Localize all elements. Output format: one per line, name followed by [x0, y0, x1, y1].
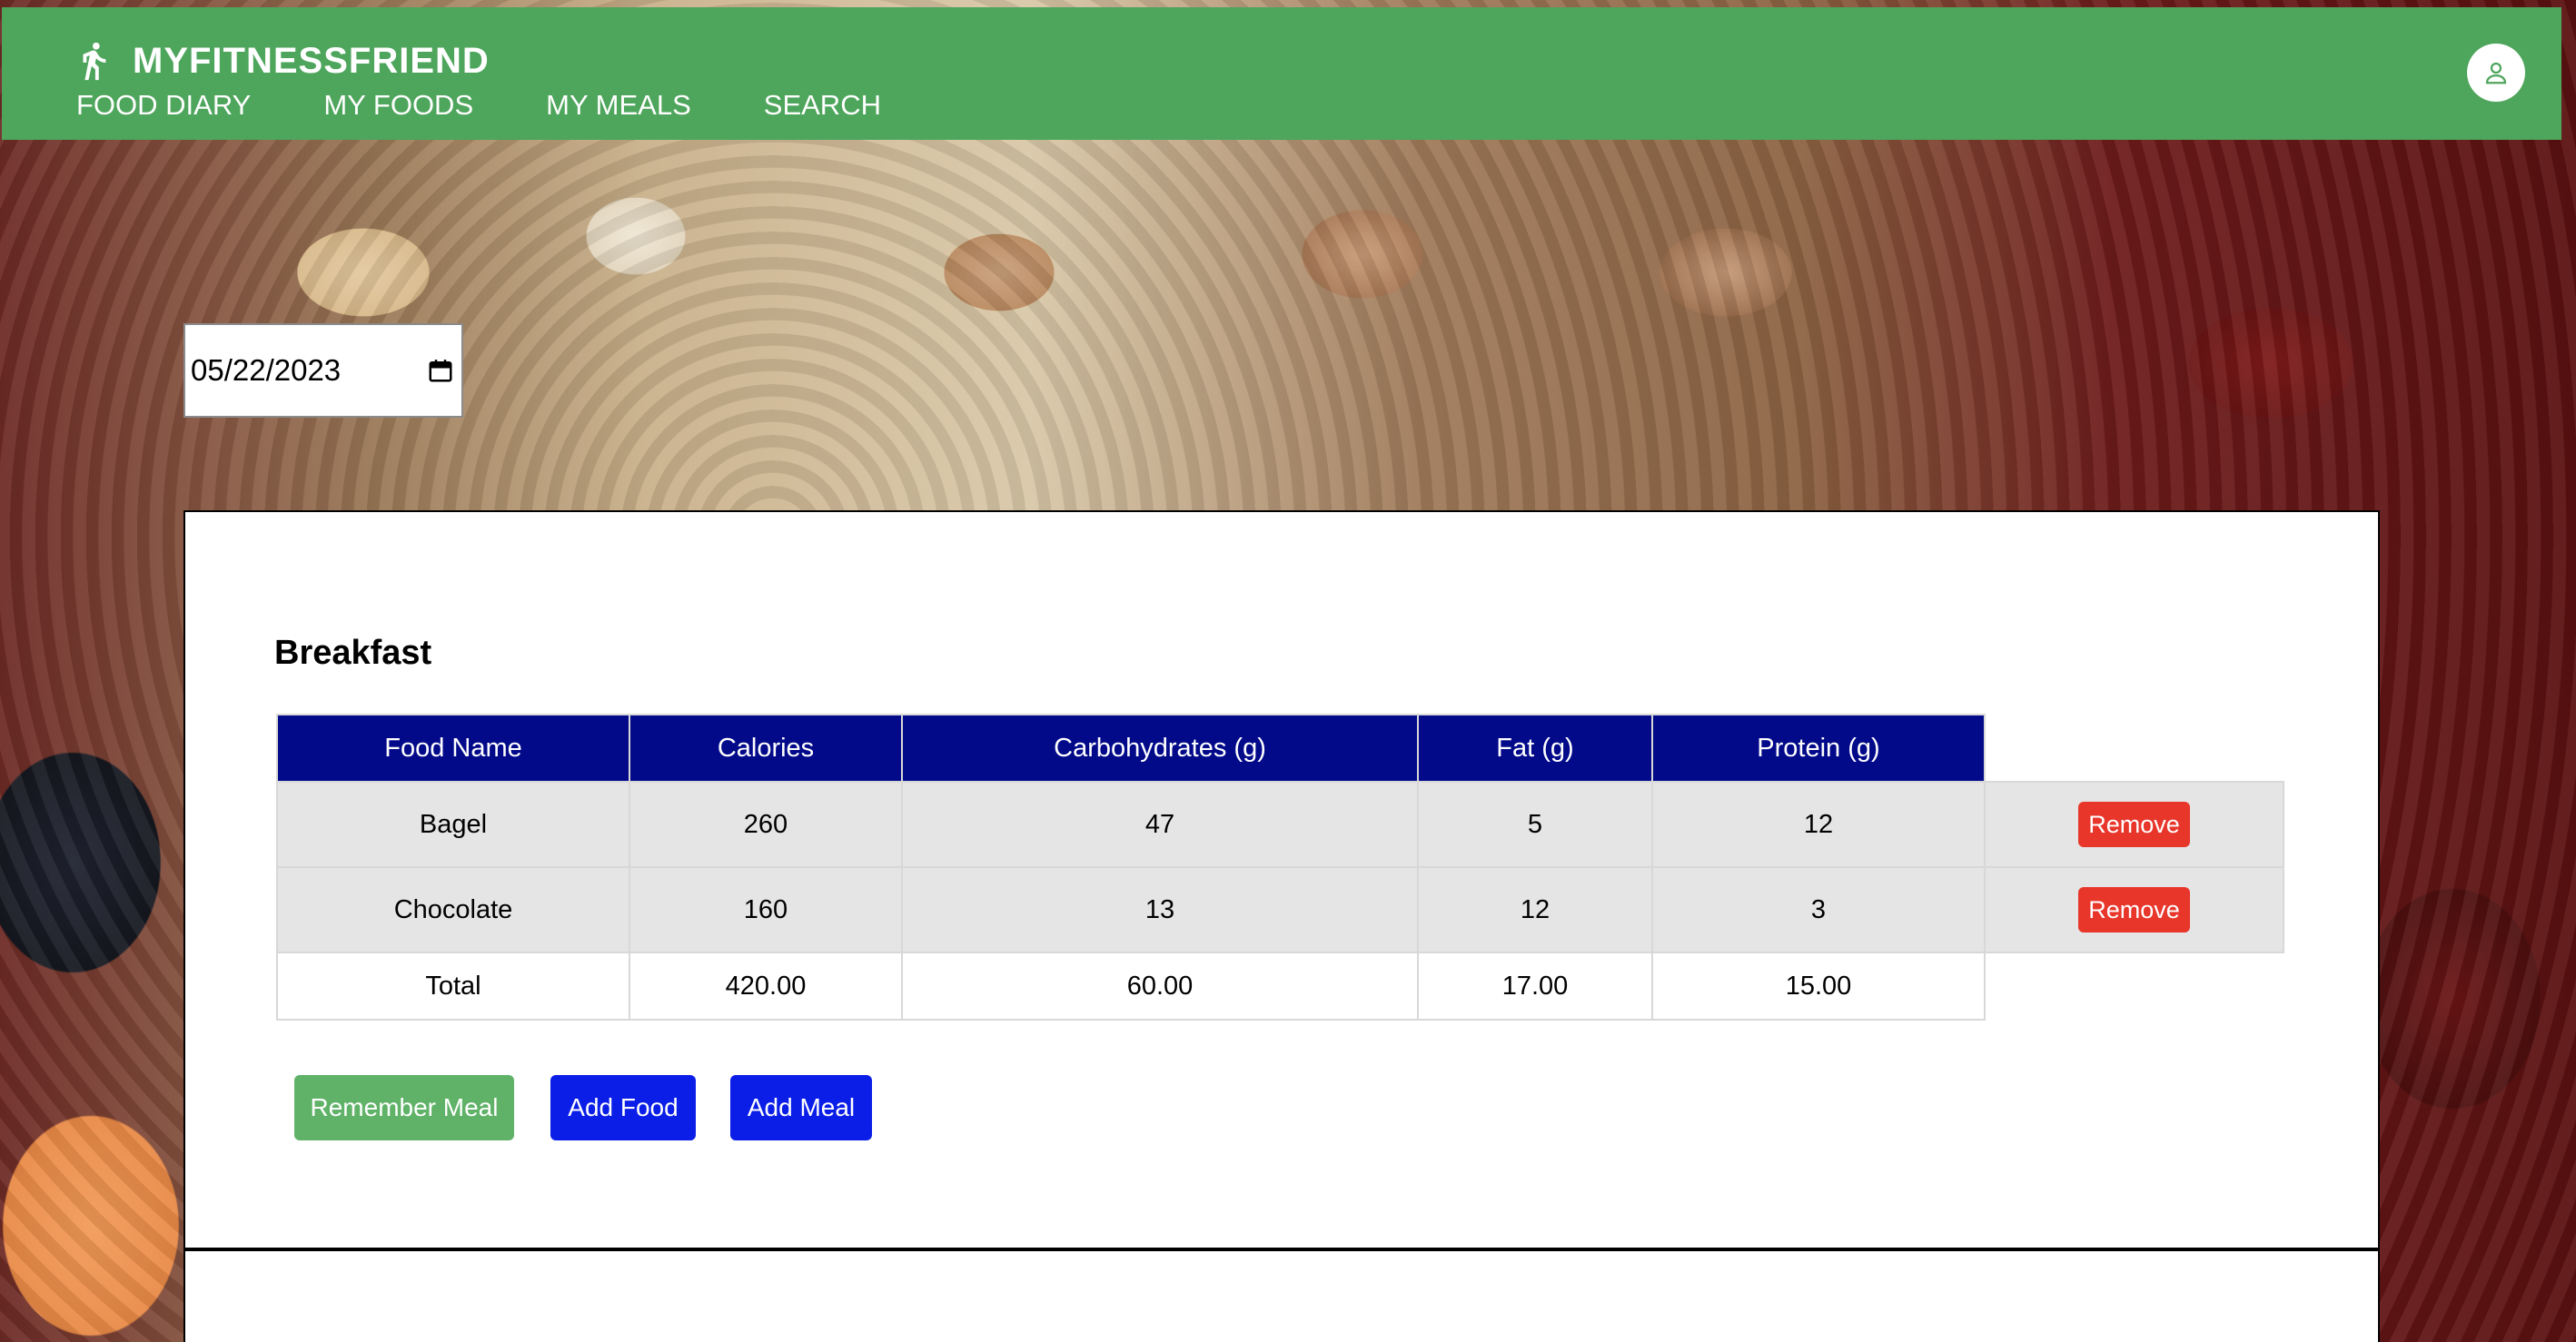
action-cell: Remove — [1984, 866, 2284, 953]
column-header: Food Name — [276, 714, 630, 783]
remove-button[interactable]: Remove — [2078, 887, 2190, 932]
column-header: Carbohydrates (g) — [901, 714, 1419, 783]
carbs-cell: 13 — [901, 866, 1419, 953]
nav-item-food-diary[interactable]: FOOD DIARY — [76, 89, 251, 122]
total-protein-cell: 15.00 — [1651, 952, 1986, 1021]
user-icon — [2485, 62, 2507, 84]
total-fat-cell: 17.00 — [1417, 952, 1653, 1021]
action-cell: Remove — [1984, 781, 2284, 868]
remember-meal-button[interactable]: Remember Meal — [294, 1075, 514, 1140]
meal-actions: Remember Meal Add Food Add Meal — [294, 1075, 872, 1140]
column-header: Protein (g) — [1651, 714, 1986, 783]
column-header: Fat (g) — [1417, 714, 1653, 783]
brand-name: MYFITNESSFRIEND — [133, 40, 490, 81]
table-header-row: Food Name Calories Carbohydrates (g) Fat… — [276, 714, 2284, 783]
total-row: Total 420.00 60.00 17.00 15.00 — [276, 952, 2284, 1021]
nav-item-my-meals[interactable]: MY MEALS — [546, 89, 691, 122]
food-name-cell: Bagel — [276, 781, 630, 868]
date-value: 05/22/2023 — [191, 353, 342, 387]
running-person-icon — [83, 42, 106, 81]
total-carbs-cell: 60.00 — [901, 952, 1419, 1021]
column-header: Calories — [629, 714, 903, 783]
brand[interactable]: MYFITNESSFRIEND — [73, 38, 490, 84]
protein-cell: 3 — [1651, 866, 1986, 953]
carbs-cell: 47 — [901, 781, 1419, 868]
table-row: Chocolate 160 13 12 3 Remove — [276, 866, 2284, 953]
calendar-icon[interactable] — [427, 357, 454, 384]
table-row: Bagel 260 47 5 12 Remove — [276, 781, 2284, 868]
nav-item-my-foods[interactable]: MY FOODS — [323, 89, 473, 122]
total-calories-cell: 420.00 — [629, 952, 903, 1021]
remove-button[interactable]: Remove — [2078, 802, 2190, 847]
profile-button[interactable] — [2467, 44, 2525, 102]
food-name-cell: Chocolate — [276, 866, 630, 953]
add-food-button[interactable]: Add Food — [550, 1075, 696, 1140]
main-nav: FOOD DIARY MY FOODS MY MEALS SEARCH — [76, 89, 954, 122]
calories-cell: 260 — [629, 781, 903, 868]
date-input[interactable]: 05/22/2023 — [183, 323, 463, 418]
add-meal-button[interactable]: Add Meal — [730, 1075, 872, 1140]
fat-cell: 5 — [1417, 781, 1653, 868]
calories-cell: 160 — [629, 866, 903, 953]
total-label-cell: Total — [276, 952, 630, 1021]
protein-cell: 12 — [1651, 781, 1986, 868]
fat-cell: 12 — [1417, 866, 1653, 953]
meal-title: Breakfast — [274, 634, 432, 672]
nav-item-search[interactable]: SEARCH — [764, 89, 881, 122]
app-header: MYFITNESSFRIEND FOOD DIARY MY FOODS MY M… — [2, 7, 2561, 140]
empty-action-cell — [1985, 952, 2284, 1020]
action-column-header — [1985, 715, 2284, 782]
food-table: Food Name Calories Carbohydrates (g) Fat… — [276, 714, 2284, 1021]
next-meal-card — [183, 1251, 2380, 1342]
